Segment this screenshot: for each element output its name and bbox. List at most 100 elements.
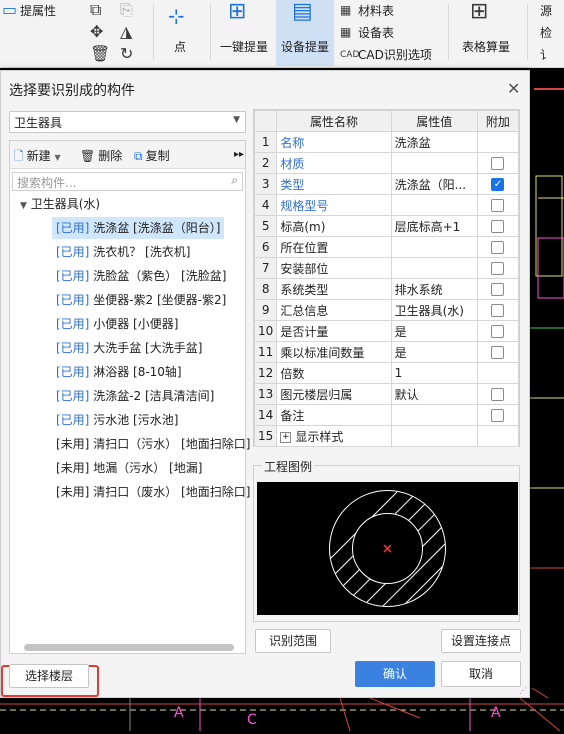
attach-checkbox[interactable] <box>491 388 505 401</box>
tree-item[interactable]: [已用] 坐便器-紫2 [坐便器-紫2] <box>52 289 230 311</box>
attach-checkbox[interactable] <box>491 241 505 254</box>
property-value-cell[interactable]: 洗涤盆（阳... <box>390 173 478 195</box>
row-number: 14 <box>253 404 278 426</box>
component-type-select[interactable]: 卫生器具 ▼ <box>9 111 246 133</box>
tree-item[interactable]: [已用] 洗衣机？ [洗衣机] <box>52 241 194 263</box>
close-icon[interactable]: ✕ <box>507 79 520 98</box>
attach-checkbox[interactable] <box>491 304 505 317</box>
property-row[interactable]: 12 倍数 1 <box>253 362 520 384</box>
tree-item-status: [已用] <box>56 389 90 403</box>
identify-range-button[interactable]: 识别范围 <box>255 629 331 653</box>
table-calc-icon[interactable]: ⊞ <box>470 1 488 23</box>
extract-property-button[interactable]: 提属性 <box>20 2 56 19</box>
property-row[interactable]: 15 + 显示样式 <box>253 425 520 447</box>
cad-canvas[interactable] <box>530 68 564 731</box>
tree-item[interactable]: [已用] 淋浴器 [8-10轴] <box>52 361 186 383</box>
property-value-cell[interactable] <box>390 152 478 174</box>
table-calc-button[interactable]: 表格算量 <box>462 38 510 55</box>
collapse-icon[interactable]: ▼ <box>20 201 27 211</box>
property-row[interactable]: 9 汇总信息 卫生器具(水) <box>253 299 520 321</box>
device-table-button[interactable]: 设备表 <box>358 24 394 41</box>
property-row[interactable]: 3 类型 洗涤盆（阳... ✓ <box>253 173 520 195</box>
property-value-cell[interactable]: 排水系统 <box>390 278 478 300</box>
tree-item[interactable]: [已用] 洗涤盆-2 [洁具清洁间] <box>52 385 218 407</box>
cad-options-button[interactable]: CAD识别选项 <box>358 46 432 63</box>
ribbon-right-item-3[interactable]: 讠 <box>540 46 552 63</box>
attach-checkbox[interactable] <box>491 346 505 359</box>
property-value-cell[interactable]: 默认 <box>390 383 478 405</box>
search-icon[interactable]: ⌕ <box>231 173 238 188</box>
property-value-cell[interactable] <box>390 257 478 279</box>
property-value-cell[interactable]: 1 <box>390 362 478 384</box>
property-name-cell: + 显示样式 <box>276 425 392 447</box>
device-extract-icon[interactable]: ▤ <box>292 1 313 23</box>
one-key-extract-icon[interactable]: ⊞ <box>228 1 246 23</box>
property-value-cell[interactable]: 是 <box>390 320 478 342</box>
one-key-extract-button[interactable]: 一键提量 <box>220 38 268 55</box>
set-connect-point-button[interactable]: 设置连接点 <box>441 629 521 653</box>
tree-item[interactable]: [已用] 洗涤盆 [洗涤盆（阳台）] <box>52 217 225 239</box>
attach-checkbox[interactable] <box>491 199 505 212</box>
point-icon[interactable]: ⊹ <box>168 6 185 26</box>
property-value-cell[interactable] <box>390 194 478 216</box>
tree-item[interactable]: [未用] 地漏（污水） [地漏] <box>52 457 206 479</box>
property-name: 是否计量 <box>280 324 329 339</box>
tree-item[interactable]: [已用] 小便器 [小便器] <box>52 313 182 335</box>
new-button[interactable]: 🗋 新建 ▼ <box>14 147 61 168</box>
attach-checkbox[interactable] <box>491 283 505 296</box>
property-row[interactable]: 6 所在位置 <box>253 236 520 258</box>
move-icon[interactable]: ✥ <box>90 24 103 40</box>
property-row[interactable]: 7 安装部位 <box>253 257 520 279</box>
material-table-button[interactable]: 材料表 <box>358 2 394 19</box>
delete-button[interactable]: 🗑 删除 <box>80 147 122 164</box>
tree-item[interactable]: [已用] 大洗手盆 [大洗手盆] <box>52 337 206 359</box>
property-value-cell[interactable] <box>390 404 478 426</box>
expand-icon[interactable]: + <box>280 431 292 443</box>
property-row[interactable]: 8 系统类型 排水系统 <box>253 278 520 300</box>
rotate-icon[interactable]: ↻ <box>120 46 133 62</box>
new-dropdown-icon[interactable]: ▼ <box>55 153 61 162</box>
ribbon-right-item-1[interactable]: 源 <box>540 2 552 19</box>
property-row[interactable]: 14 备注 <box>253 404 520 426</box>
property-row[interactable]: 5 标高(m) 层底标高+1 <box>253 215 520 237</box>
property-value-cell[interactable]: 是 <box>390 341 478 363</box>
more-icon[interactable]: ▸▸ <box>234 149 244 160</box>
tree-item[interactable]: [已用] 洗脸盆（紫色） [洗脸盆] <box>52 265 230 287</box>
property-row[interactable]: 4 规格型号 <box>253 194 520 216</box>
point-button[interactable]: 点 <box>174 38 186 55</box>
property-row[interactable]: 1 名称 洗涤盆 <box>253 131 520 153</box>
attach-checkbox[interactable] <box>491 220 505 233</box>
attach-checkbox[interactable] <box>491 157 505 170</box>
attach-checkbox[interactable] <box>491 262 505 275</box>
search-input[interactable]: 搜索构件... ⌕ <box>12 172 243 191</box>
tree-item[interactable]: [已用] 污水池 [污水池] <box>52 409 182 431</box>
copy-button[interactable]: ⧉ 复制 <box>134 147 170 164</box>
confirm-button[interactable]: 确认 <box>355 661 435 687</box>
ribbon-right-item-2[interactable]: 检 <box>540 24 552 41</box>
select-floor-button[interactable]: 选择楼层 <box>9 664 89 688</box>
property-row[interactable]: 2 材质 <box>253 152 520 174</box>
tree-item[interactable]: [未用] 清扫口（污水） [地面扫除口] <box>52 433 254 455</box>
horizontal-scrollbar[interactable] <box>24 644 234 651</box>
attach-checkbox[interactable] <box>491 325 505 338</box>
attach-checkbox[interactable]: ✓ <box>491 178 505 191</box>
property-value-cell[interactable] <box>390 425 478 447</box>
attach-checkbox[interactable] <box>491 409 505 422</box>
copy-icon[interactable]: ⧉ <box>90 2 101 18</box>
property-row[interactable]: 11 乘以标准间数量 是 <box>253 341 520 363</box>
property-value-cell[interactable]: 层底标高+1 <box>390 215 478 237</box>
device-extract-button[interactable]: 设备提量 <box>281 38 329 55</box>
cancel-button[interactable]: 取消 <box>441 661 521 687</box>
property-value-cell[interactable] <box>390 236 478 258</box>
property-value-cell[interactable]: 洗涤盆 <box>390 131 478 153</box>
paste-icon[interactable]: ⎘ <box>120 2 133 18</box>
property-row[interactable]: 10 是否计量 是 <box>253 320 520 342</box>
attach-cell <box>476 194 520 216</box>
trash-icon[interactable]: 🗑 <box>90 46 110 62</box>
property-value-cell[interactable]: 卫生器具(水) <box>390 299 478 321</box>
property-row[interactable]: 13 图元楼层归属 默认 <box>253 383 520 405</box>
resize-grip-icon[interactable]: ⋰ <box>519 686 527 695</box>
tree-root[interactable]: ▼ 卫生器具(水) <box>20 195 100 212</box>
mirror-icon[interactable]: ◮ <box>120 24 132 40</box>
tree-item[interactable]: [未用] 清扫口（废水） [地面扫除口] <box>52 481 254 503</box>
